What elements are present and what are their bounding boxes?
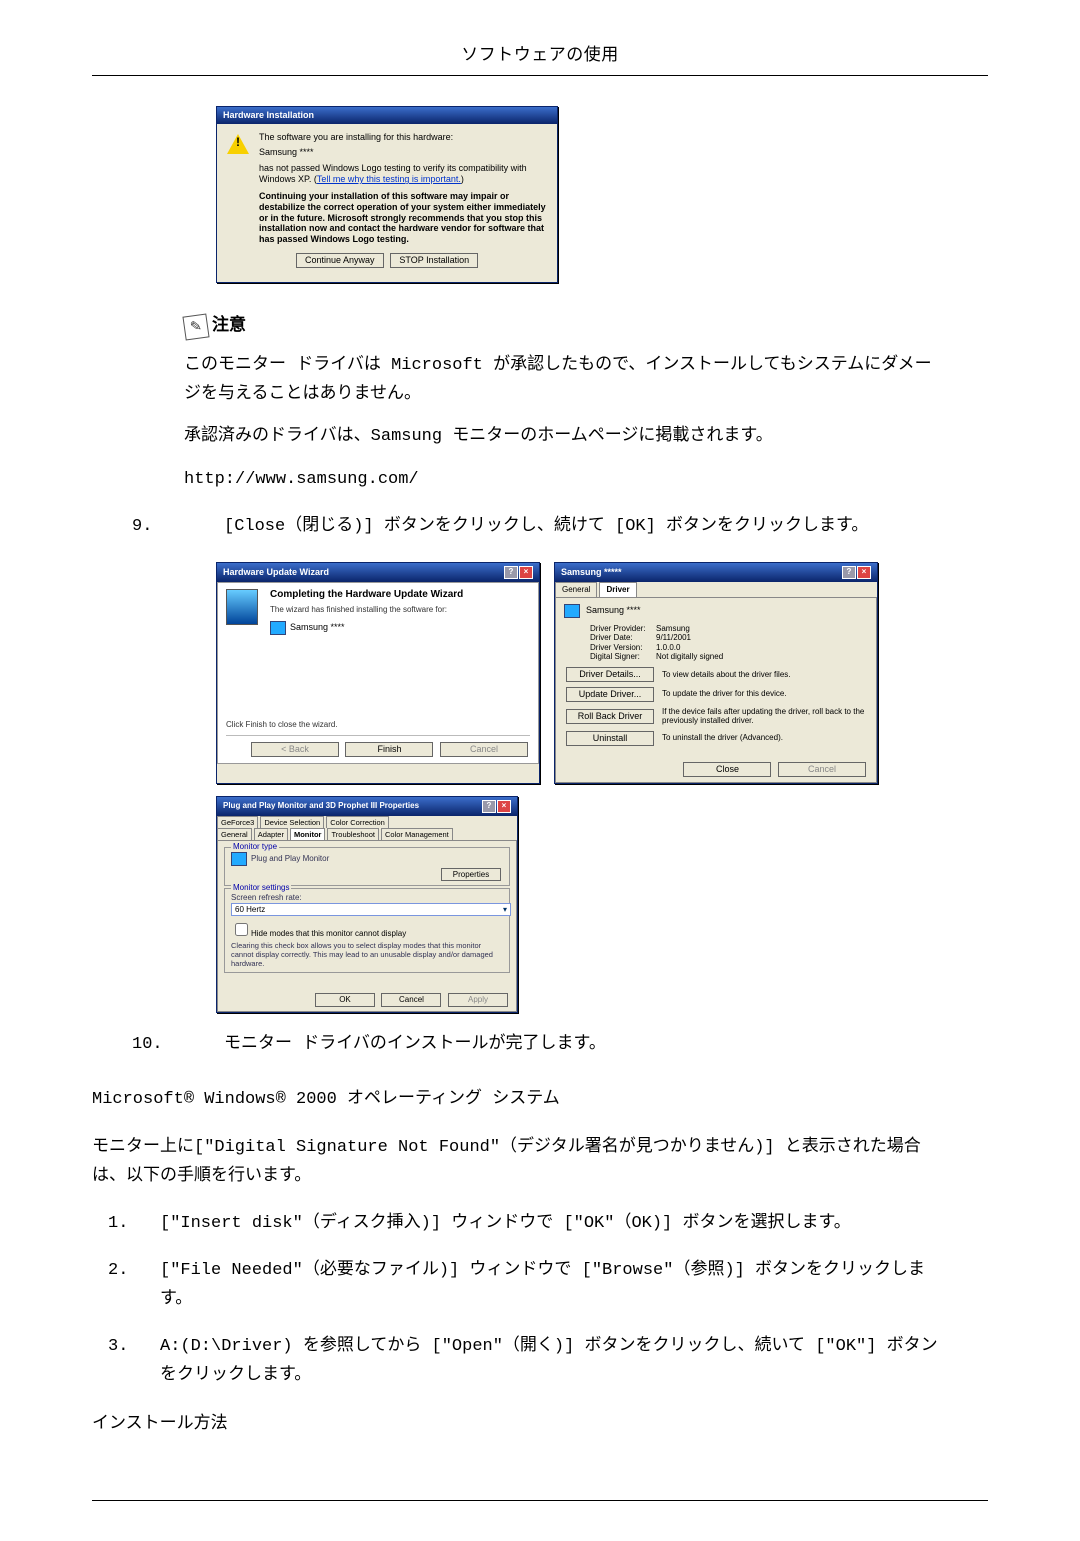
driver-details-desc: To view details about the driver files. <box>662 670 868 680</box>
uninstall-button[interactable]: Uninstall <box>566 731 654 746</box>
monitor-name: Plug and Play Monitor <box>251 854 329 864</box>
notice-paragraph-1: このモニター ドライバは Microsoft が承認したもので、インストールして… <box>184 352 948 410</box>
props-cancel-button: Cancel <box>778 762 866 777</box>
hwinst-title: Hardware Installation <box>223 110 314 121</box>
step-10-text: モニター ドライバのインストールが完了します。 <box>224 1031 948 1060</box>
help-button[interactable]: ? <box>482 800 496 813</box>
version-val: 1.0.0.0 <box>656 643 680 653</box>
version-key: Driver Version: <box>590 643 656 653</box>
dsig-paragraph: モニター上に["Digital Signature Not Found"（デジタ… <box>92 1134 948 1192</box>
step-number-10: 10. <box>92 1031 224 1060</box>
header-rule <box>92 75 988 76</box>
hwinst-line2b: ) <box>461 174 464 184</box>
update-driver-desc: To update the driver for this device. <box>662 689 868 699</box>
group-monitor-settings: Monitor settings <box>231 883 291 893</box>
tab-driver[interactable]: Driver <box>599 582 636 597</box>
tab-device-selection[interactable]: Device Selection <box>260 816 324 828</box>
wizard-icon <box>226 589 258 625</box>
substep-1-text: ["Insert disk"（ディスク挿入)] ウィンドウで ["OK"（OK)… <box>160 1210 948 1239</box>
note-icon: ✎ <box>182 314 209 341</box>
monitor-properties-dialog: Plug and Play Monitor and 3D Prophet III… <box>216 796 518 1013</box>
step-9-text: [Close（閉じる)] ボタンをクリックし、続けて [OK] ボタンをクリック… <box>224 513 948 542</box>
device-properties-dialog: Samsung ***** ?× General Driver Samsung … <box>554 562 878 784</box>
group-monitor-type: Monitor type <box>231 842 279 852</box>
stop-installation-button[interactable]: STOP Installation <box>390 253 478 268</box>
ok-button[interactable]: OK <box>315 993 375 1007</box>
monprops-title: Plug and Play Monitor and 3D Prophet III… <box>223 801 419 811</box>
monitor-properties-button[interactable]: Properties <box>441 868 501 882</box>
finish-button[interactable]: Finish <box>345 742 433 757</box>
rollback-driver-desc: If the device fails after updating the d… <box>662 707 868 726</box>
help-button[interactable]: ? <box>842 566 856 579</box>
substep-3-num: 3. <box>92 1333 160 1391</box>
notice-url[interactable]: http://www.samsung.com/ <box>184 466 948 495</box>
tab-general[interactable]: General <box>217 828 252 840</box>
monitor-icon <box>270 621 286 635</box>
wizard-cancel-button: Cancel <box>440 742 528 757</box>
apply-button: Apply <box>448 993 508 1007</box>
date-val: 9/11/2001 <box>656 633 691 643</box>
props-title: Samsung ***** <box>561 567 622 578</box>
update-driver-button[interactable]: Update Driver... <box>566 687 654 702</box>
page-title: ソフトウェアの使用 <box>92 40 988 75</box>
signer-key: Digital Signer: <box>590 652 656 662</box>
hwinst-warning-bold: Continuing your installation of this sof… <box>259 191 547 245</box>
close-icon[interactable]: × <box>857 566 871 579</box>
provider-key: Driver Provider: <box>590 624 656 634</box>
hardware-installation-dialog: Hardware Installation The software you a… <box>216 106 558 283</box>
uninstall-desc: To uninstall the driver (Advanced). <box>662 733 868 743</box>
step-number-9: 9. <box>92 513 224 542</box>
signer-val: Not digitally signed <box>656 652 723 662</box>
close-button[interactable]: Close <box>683 762 771 777</box>
logo-testing-link[interactable]: Tell me why this testing is important. <box>317 174 461 184</box>
continue-anyway-button[interactable]: Continue Anyway <box>296 253 384 268</box>
wizard-sub1: The wizard has finished installing the s… <box>270 605 530 615</box>
rollback-driver-button[interactable]: Roll Back Driver <box>566 709 654 724</box>
tab-monitor[interactable]: Monitor <box>290 828 326 840</box>
tab-general[interactable]: General <box>555 582 597 597</box>
wizard-sub2: Click Finish to close the wizard. <box>226 720 338 730</box>
close-icon[interactable]: × <box>497 800 511 813</box>
tab-geforce3[interactable]: GeForce3 <box>217 816 258 828</box>
notice-label: 注意 <box>212 313 246 342</box>
notice-heading: ✎ 注意 <box>184 313 948 342</box>
install-method-heading: インストール方法 <box>92 1411 948 1440</box>
tab-troubleshoot[interactable]: Troubleshoot <box>327 828 379 840</box>
back-button: < Back <box>251 742 339 757</box>
tab-color-management[interactable]: Color Management <box>381 828 453 840</box>
close-icon[interactable]: × <box>519 566 533 579</box>
refresh-rate-select[interactable]: 60 Hertz ▾ <box>231 903 511 917</box>
chevron-down-icon: ▾ <box>503 905 507 915</box>
date-key: Driver Date: <box>590 633 656 643</box>
hide-modes-note: Clearing this check box allows you to se… <box>231 941 503 968</box>
notice-paragraph-2: 承認済みのドライバは、Samsung モニターのホームページに掲載されます。 <box>184 423 948 452</box>
hide-modes-label: Hide modes that this monitor cannot disp… <box>251 929 406 938</box>
help-button[interactable]: ? <box>504 566 518 579</box>
monitor-icon <box>564 604 580 618</box>
wizard-title: Hardware Update Wizard <box>223 567 329 578</box>
cancel-button[interactable]: Cancel <box>381 993 441 1007</box>
hwinst-line1: The software you are installing for this… <box>259 132 547 143</box>
tab-adapter[interactable]: Adapter <box>254 828 288 840</box>
wizard-heading: Completing the Hardware Update Wizard <box>270 589 530 601</box>
footer-rule <box>92 1500 988 1501</box>
substep-1-num: 1. <box>92 1210 160 1239</box>
refresh-rate-label: Screen refresh rate: <box>231 893 503 903</box>
refresh-rate-value: 60 Hertz <box>235 905 265 915</box>
os-heading: Microsoft® Windows® 2000 オペレーティング システム <box>92 1086 948 1115</box>
provider-val: Samsung <box>656 624 690 634</box>
monitor-icon <box>231 852 247 866</box>
substep-3-text: A:(D:\Driver) を参照してから ["Open"（開く)] ボタンをク… <box>160 1333 948 1391</box>
hardware-update-wizard: Hardware Update Wizard ?× Completing the… <box>216 562 540 784</box>
warning-icon <box>227 132 249 154</box>
substep-2-text: ["File Needed"（必要なファイル)] ウィンドウで ["Browse… <box>160 1257 948 1315</box>
driver-details-button[interactable]: Driver Details... <box>566 667 654 682</box>
wizard-device: Samsung **** <box>290 622 345 633</box>
hwinst-device: Samsung **** <box>259 147 547 158</box>
hide-modes-checkbox[interactable] <box>235 923 248 936</box>
tab-color-correction[interactable]: Color Correction <box>326 816 389 828</box>
props-device: Samsung **** <box>586 605 641 616</box>
substep-2-num: 2. <box>92 1257 160 1315</box>
